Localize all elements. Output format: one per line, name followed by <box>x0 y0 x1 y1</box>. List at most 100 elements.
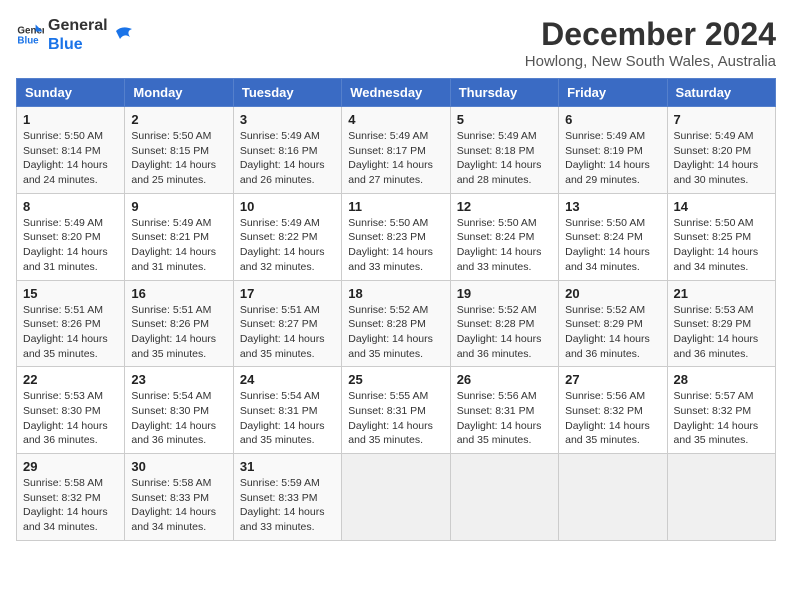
table-row: 13 Sunrise: 5:50 AMSunset: 8:24 PMDaylig… <box>559 193 667 280</box>
table-row: 22 Sunrise: 5:53 AMSunset: 8:30 PMDaylig… <box>17 367 125 454</box>
day-info: Sunrise: 5:49 AMSunset: 8:21 PMDaylight:… <box>131 217 216 273</box>
day-info: Sunrise: 5:49 AMSunset: 8:18 PMDaylight:… <box>457 130 542 186</box>
table-row <box>559 454 667 541</box>
day-info: Sunrise: 5:49 AMSunset: 8:16 PMDaylight:… <box>240 130 325 186</box>
month-title: December 2024 <box>525 16 776 53</box>
day-number: 11 <box>348 199 443 214</box>
day-number: 30 <box>131 459 226 474</box>
logo-icon: General Blue <box>16 21 44 49</box>
table-row: 6 Sunrise: 5:49 AMSunset: 8:19 PMDayligh… <box>559 107 667 194</box>
day-number: 8 <box>23 199 118 214</box>
calendar-week-row: 15 Sunrise: 5:51 AMSunset: 8:26 PMDaylig… <box>17 280 776 367</box>
day-info: Sunrise: 5:51 AMSunset: 8:26 PMDaylight:… <box>23 304 108 360</box>
table-row: 15 Sunrise: 5:51 AMSunset: 8:26 PMDaylig… <box>17 280 125 367</box>
location-subtitle: Howlong, New South Wales, Australia <box>525 53 776 70</box>
table-row: 10 Sunrise: 5:49 AMSunset: 8:22 PMDaylig… <box>233 193 341 280</box>
logo: General Blue General Blue <box>16 16 136 54</box>
calendar-table: Sunday Monday Tuesday Wednesday Thursday… <box>16 78 776 541</box>
calendar-week-row: 22 Sunrise: 5:53 AMSunset: 8:30 PMDaylig… <box>17 367 776 454</box>
day-info: Sunrise: 5:59 AMSunset: 8:33 PMDaylight:… <box>240 477 325 533</box>
day-number: 26 <box>457 372 552 387</box>
day-number: 29 <box>23 459 118 474</box>
day-info: Sunrise: 5:49 AMSunset: 8:19 PMDaylight:… <box>565 130 650 186</box>
day-info: Sunrise: 5:50 AMSunset: 8:23 PMDaylight:… <box>348 217 433 273</box>
col-friday: Friday <box>559 79 667 107</box>
day-number: 12 <box>457 199 552 214</box>
day-number: 5 <box>457 112 552 127</box>
day-number: 27 <box>565 372 660 387</box>
table-row: 5 Sunrise: 5:49 AMSunset: 8:18 PMDayligh… <box>450 107 558 194</box>
day-info: Sunrise: 5:54 AMSunset: 8:31 PMDaylight:… <box>240 390 325 446</box>
table-row: 28 Sunrise: 5:57 AMSunset: 8:32 PMDaylig… <box>667 367 775 454</box>
col-tuesday: Tuesday <box>233 79 341 107</box>
col-sunday: Sunday <box>17 79 125 107</box>
day-info: Sunrise: 5:55 AMSunset: 8:31 PMDaylight:… <box>348 390 433 446</box>
table-row: 11 Sunrise: 5:50 AMSunset: 8:23 PMDaylig… <box>342 193 450 280</box>
day-info: Sunrise: 5:50 AMSunset: 8:14 PMDaylight:… <box>23 130 108 186</box>
day-info: Sunrise: 5:52 AMSunset: 8:28 PMDaylight:… <box>457 304 542 360</box>
svg-text:Blue: Blue <box>17 36 39 47</box>
header: General Blue General Blue December 2024 … <box>16 16 776 70</box>
day-info: Sunrise: 5:50 AMSunset: 8:24 PMDaylight:… <box>565 217 650 273</box>
day-info: Sunrise: 5:49 AMSunset: 8:17 PMDaylight:… <box>348 130 433 186</box>
table-row: 9 Sunrise: 5:49 AMSunset: 8:21 PMDayligh… <box>125 193 233 280</box>
table-row: 30 Sunrise: 5:58 AMSunset: 8:33 PMDaylig… <box>125 454 233 541</box>
day-number: 1 <box>23 112 118 127</box>
day-info: Sunrise: 5:50 AMSunset: 8:24 PMDaylight:… <box>457 217 542 273</box>
table-row: 26 Sunrise: 5:56 AMSunset: 8:31 PMDaylig… <box>450 367 558 454</box>
day-number: 19 <box>457 286 552 301</box>
table-row: 23 Sunrise: 5:54 AMSunset: 8:30 PMDaylig… <box>125 367 233 454</box>
table-row <box>667 454 775 541</box>
calendar-header-row: Sunday Monday Tuesday Wednesday Thursday… <box>17 79 776 107</box>
day-number: 23 <box>131 372 226 387</box>
col-wednesday: Wednesday <box>342 79 450 107</box>
day-number: 4 <box>348 112 443 127</box>
day-number: 24 <box>240 372 335 387</box>
day-number: 18 <box>348 286 443 301</box>
day-number: 9 <box>131 199 226 214</box>
col-saturday: Saturday <box>667 79 775 107</box>
day-number: 31 <box>240 459 335 474</box>
day-info: Sunrise: 5:53 AMSunset: 8:30 PMDaylight:… <box>23 390 108 446</box>
table-row: 24 Sunrise: 5:54 AMSunset: 8:31 PMDaylig… <box>233 367 341 454</box>
table-row: 14 Sunrise: 5:50 AMSunset: 8:25 PMDaylig… <box>667 193 775 280</box>
day-info: Sunrise: 5:57 AMSunset: 8:32 PMDaylight:… <box>674 390 759 446</box>
day-info: Sunrise: 5:56 AMSunset: 8:31 PMDaylight:… <box>457 390 542 446</box>
table-row: 4 Sunrise: 5:49 AMSunset: 8:17 PMDayligh… <box>342 107 450 194</box>
day-number: 3 <box>240 112 335 127</box>
title-area: December 2024 Howlong, New South Wales, … <box>525 16 776 70</box>
col-thursday: Thursday <box>450 79 558 107</box>
day-number: 17 <box>240 286 335 301</box>
day-number: 2 <box>131 112 226 127</box>
day-info: Sunrise: 5:49 AMSunset: 8:20 PMDaylight:… <box>23 217 108 273</box>
day-info: Sunrise: 5:52 AMSunset: 8:29 PMDaylight:… <box>565 304 650 360</box>
day-info: Sunrise: 5:58 AMSunset: 8:32 PMDaylight:… <box>23 477 108 533</box>
day-info: Sunrise: 5:49 AMSunset: 8:22 PMDaylight:… <box>240 217 325 273</box>
day-info: Sunrise: 5:51 AMSunset: 8:27 PMDaylight:… <box>240 304 325 360</box>
day-number: 20 <box>565 286 660 301</box>
table-row: 27 Sunrise: 5:56 AMSunset: 8:32 PMDaylig… <box>559 367 667 454</box>
logo-general: General <box>48 16 108 35</box>
table-row: 21 Sunrise: 5:53 AMSunset: 8:29 PMDaylig… <box>667 280 775 367</box>
table-row: 3 Sunrise: 5:49 AMSunset: 8:16 PMDayligh… <box>233 107 341 194</box>
day-number: 13 <box>565 199 660 214</box>
table-row: 31 Sunrise: 5:59 AMSunset: 8:33 PMDaylig… <box>233 454 341 541</box>
logo-blue: Blue <box>48 35 108 54</box>
table-row: 12 Sunrise: 5:50 AMSunset: 8:24 PMDaylig… <box>450 193 558 280</box>
day-info: Sunrise: 5:50 AMSunset: 8:25 PMDaylight:… <box>674 217 759 273</box>
day-number: 10 <box>240 199 335 214</box>
day-info: Sunrise: 5:52 AMSunset: 8:28 PMDaylight:… <box>348 304 433 360</box>
day-info: Sunrise: 5:56 AMSunset: 8:32 PMDaylight:… <box>565 390 650 446</box>
calendar-week-row: 8 Sunrise: 5:49 AMSunset: 8:20 PMDayligh… <box>17 193 776 280</box>
table-row <box>342 454 450 541</box>
col-monday: Monday <box>125 79 233 107</box>
day-number: 6 <box>565 112 660 127</box>
table-row: 1 Sunrise: 5:50 AMSunset: 8:14 PMDayligh… <box>17 107 125 194</box>
day-info: Sunrise: 5:53 AMSunset: 8:29 PMDaylight:… <box>674 304 759 360</box>
day-number: 16 <box>131 286 226 301</box>
day-number: 28 <box>674 372 769 387</box>
day-number: 14 <box>674 199 769 214</box>
table-row: 16 Sunrise: 5:51 AMSunset: 8:26 PMDaylig… <box>125 280 233 367</box>
day-number: 15 <box>23 286 118 301</box>
table-row: 18 Sunrise: 5:52 AMSunset: 8:28 PMDaylig… <box>342 280 450 367</box>
